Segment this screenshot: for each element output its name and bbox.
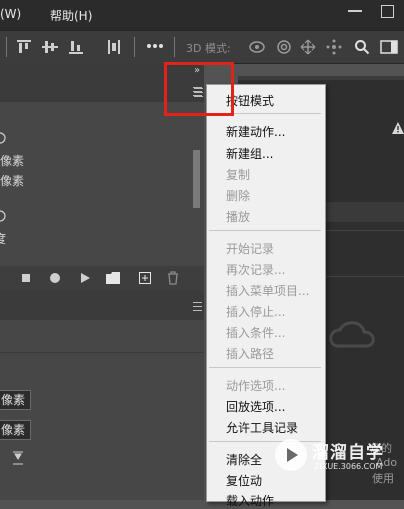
menu-item-new-action[interactable]: 新建动作... [226, 123, 285, 140]
menu-item-play[interactable]: 播放 [226, 208, 250, 225]
3d-orbit-icon[interactable] [248, 39, 266, 55]
menu-item-delete[interactable]: 删除 [226, 187, 250, 204]
menu-separator [209, 367, 321, 368]
align-bottom-icon[interactable] [68, 39, 84, 55]
align-bottom-edge-icon[interactable] [12, 450, 24, 466]
menu-item-playback-options[interactable]: 回放选项... [226, 398, 285, 415]
link-toggle-icon[interactable] [0, 210, 6, 222]
new-action-icon[interactable] [139, 272, 151, 284]
stop-icon[interactable] [22, 274, 30, 282]
divider [0, 352, 204, 353]
menu-item-load-actions[interactable]: 载入动作 [226, 492, 274, 509]
menu-item-reset-actions[interactable]: 复位动 [226, 472, 262, 489]
3d-roll-icon[interactable] [276, 39, 292, 55]
menu-item-duplicate[interactable]: 复制 [226, 166, 250, 183]
menu-item-allow-tool-recording[interactable]: 允许工具记录 [226, 419, 298, 436]
actions-footer [0, 266, 204, 290]
layers-panel-header [0, 290, 204, 320]
align-vcenter-icon[interactable] [42, 39, 58, 55]
menu-item-insert-conditional[interactable]: 插入条件... [226, 324, 285, 341]
menu-separator [209, 230, 321, 231]
menu-item-insert-stop[interactable]: 插入停止... [226, 303, 285, 320]
divider [324, 230, 404, 231]
maximize-icon[interactable] [381, 5, 394, 18]
trash-icon[interactable] [167, 271, 179, 285]
property-value: 像素 [0, 174, 25, 188]
3d-slide-icon[interactable] [326, 39, 342, 55]
menu-item-insert-path[interactable]: 插入路径 [226, 345, 274, 362]
toolbar-divider [174, 37, 175, 57]
watermark: 溜溜自学 ZIXUE.3066.COM [274, 436, 384, 476]
actions-panel-menu-icon[interactable] [194, 88, 203, 97]
layers-panel-menu-icon[interactable] [193, 302, 202, 311]
menu-item-record-again[interactable]: 再次记录... [226, 261, 285, 278]
divider [324, 276, 404, 277]
panel-tab-strip [238, 76, 404, 80]
record-icon[interactable] [50, 273, 60, 283]
watermark-title: 溜溜自学 [312, 443, 384, 463]
options-bar: 3D 模式: [0, 30, 404, 64]
play-icon[interactable] [80, 273, 90, 283]
watermark-url: ZIXUE.3066.COM [314, 462, 383, 471]
more-options-icon[interactable] [146, 43, 164, 49]
warning-icon [392, 122, 404, 134]
menu-help[interactable]: 帮助(H) [50, 7, 92, 24]
scrollbar-thumb[interactable] [193, 150, 200, 208]
link-toggle-icon[interactable] [0, 132, 6, 144]
toolbar-divider [6, 37, 7, 57]
folder-icon[interactable] [106, 272, 120, 284]
layers-panel: 像素 像素 [0, 320, 204, 500]
toolbar-divider [134, 37, 135, 57]
minimize-icon[interactable] [348, 10, 362, 12]
3d-pan-icon[interactable] [300, 39, 316, 55]
panel-section-header [324, 202, 404, 222]
search-icon[interactable] [354, 39, 370, 55]
menu-item-clear-all[interactable]: 清除全 [226, 451, 262, 468]
menu-bar: (W) 帮助(H) [0, 0, 404, 30]
menu-window[interactable]: (W) [0, 7, 21, 21]
width-input[interactable]: 像素 [0, 390, 31, 410]
properties-panel: 像素 像素 度 [0, 102, 204, 266]
align-top-icon[interactable] [16, 39, 32, 55]
property-value: 度 [0, 232, 7, 246]
menu-item-start-recording[interactable]: 开始记录 [226, 240, 274, 257]
creative-cloud-icon [329, 321, 375, 348]
menu-item-insert-menu-item[interactable]: 插入菜单项目... [226, 282, 309, 299]
height-input[interactable]: 像素 [0, 420, 31, 440]
menu-item-action-options[interactable]: 动作选项... [226, 377, 285, 394]
workspace-icon[interactable] [380, 39, 398, 55]
property-value: 像素 [0, 154, 25, 168]
watermark-logo-icon [275, 439, 307, 471]
3d-mode-label: 3D 模式: [186, 42, 231, 55]
menu-item-new-set[interactable]: 新建组... [226, 145, 273, 162]
distribute-icon[interactable] [106, 39, 122, 55]
